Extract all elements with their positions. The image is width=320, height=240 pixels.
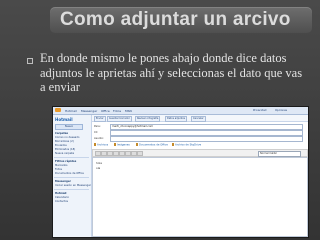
email-screenshot: Hotmail Messenger Office Fotos MSN Priva… bbox=[52, 106, 309, 238]
bullet-square-icon bbox=[27, 58, 33, 64]
attachments-button[interactable]: Datos adjuntos bbox=[165, 116, 188, 122]
sidebar-item-office-docs[interactable]: Documentos de Office bbox=[55, 172, 84, 175]
send-button[interactable]: Enviar bbox=[94, 116, 106, 122]
slide-title: Como adjuntar un arcivo bbox=[60, 9, 291, 30]
paperclip-icon bbox=[94, 143, 96, 146]
attach-office-link[interactable]: Documentos de Office bbox=[136, 143, 168, 147]
sidebar-item-photos[interactable]: Fotos bbox=[55, 168, 62, 171]
spellcheck-button[interactable]: Revisar ortografía bbox=[135, 116, 161, 122]
top-menu-office[interactable]: Office bbox=[101, 109, 110, 113]
body-line: ola bbox=[96, 166, 101, 170]
link-icon[interactable] bbox=[137, 151, 143, 156]
attach-files-label: Archivos bbox=[97, 143, 109, 147]
message-body[interactable]: hola ola bbox=[92, 157, 308, 237]
format-toolbar: Normal Calibri bbox=[92, 149, 308, 157]
to-label: Para: bbox=[94, 124, 101, 128]
sidebar-item-messenger-signin[interactable]: Iniciar sesión en Messenger bbox=[55, 184, 91, 187]
slide-title-bar: Como adjuntar un arcivo bbox=[50, 7, 312, 33]
skydrive-icon bbox=[172, 143, 174, 146]
sidebar-hotmail-heading: Hotmail bbox=[55, 192, 67, 195]
mail-sidebar: Hotmail Nuevo Carpetas Correo no deseado… bbox=[53, 115, 92, 237]
attachment-options: Archivos Imágenes Documentos de Office A… bbox=[92, 141, 306, 148]
windows-live-logo-icon bbox=[55, 108, 61, 112]
sidebar-divider bbox=[54, 157, 89, 158]
privacy-link[interactable]: Privacidad bbox=[253, 109, 266, 112]
sidebar-divider bbox=[54, 189, 89, 190]
sidebar-item-junk[interactable]: Correo no deseado bbox=[55, 136, 80, 139]
attach-skydrive-link[interactable]: Archivo de SkyDrive bbox=[172, 143, 201, 147]
body-line: hola bbox=[96, 161, 102, 165]
attach-images-link[interactable]: Imágenes bbox=[114, 143, 130, 147]
top-menu-hotmail[interactable]: Hotmail bbox=[65, 109, 77, 113]
top-menu-msn[interactable]: MSN bbox=[125, 109, 132, 113]
cancel-button[interactable]: Cancelar bbox=[191, 116, 206, 122]
sidebar-item-sent[interactable]: Enviados bbox=[55, 144, 67, 147]
sidebar-divider bbox=[54, 177, 89, 178]
font-select[interactable]: Normal Calibri bbox=[258, 150, 301, 157]
font-style-label: Normal bbox=[260, 151, 269, 155]
attach-files-link[interactable]: Archivos bbox=[94, 143, 108, 147]
sidebar-item-flagged[interactable]: Marcados bbox=[55, 164, 67, 167]
attach-office-label: Documentos de Office bbox=[139, 143, 168, 147]
font-family-value: Calibri bbox=[269, 151, 278, 155]
bullet-text: En donde mismo le pones abajo donde dice… bbox=[40, 51, 303, 94]
compose-toolbar: Enviar Guardar borrador Revisar ortograf… bbox=[92, 115, 308, 122]
mail-top-bar: Hotmail Messenger Office Fotos MSN Priva… bbox=[53, 107, 308, 115]
sidebar-messenger-heading: Messenger bbox=[55, 180, 71, 183]
sidebar-item-contacts[interactable]: Contactos bbox=[55, 200, 68, 203]
sidebar-item-drafts[interactable]: Borradores (2) bbox=[55, 140, 74, 143]
top-menu-fotos[interactable]: Fotos bbox=[113, 109, 121, 113]
hotmail-logo[interactable]: Hotmail bbox=[55, 117, 73, 122]
top-menu-messenger[interactable]: Messenger bbox=[81, 109, 97, 113]
office-icon bbox=[136, 143, 138, 146]
cc-label: CC bbox=[94, 130, 98, 134]
attach-images-label: Imágenes bbox=[117, 143, 130, 147]
image-icon bbox=[114, 143, 116, 146]
sidebar-item-new-folder[interactable]: Nueva carpeta bbox=[55, 152, 74, 155]
sidebar-item-calendar[interactable]: Calendario bbox=[55, 196, 69, 199]
sidebar-filters-heading: Filtros rápidos bbox=[55, 160, 77, 163]
save-draft-button[interactable]: Guardar borrador bbox=[107, 116, 132, 122]
sidebar-folders-heading: Carpetas bbox=[55, 132, 69, 135]
options-link[interactable]: Opciones bbox=[275, 109, 287, 112]
subject-label: Asunto: bbox=[94, 136, 104, 140]
sidebar-item-deleted[interactable]: Eliminados (18) bbox=[55, 148, 75, 151]
attach-skydrive-label: Archivo de SkyDrive bbox=[175, 143, 202, 147]
new-mail-button[interactable]: Nuevo bbox=[55, 124, 83, 130]
